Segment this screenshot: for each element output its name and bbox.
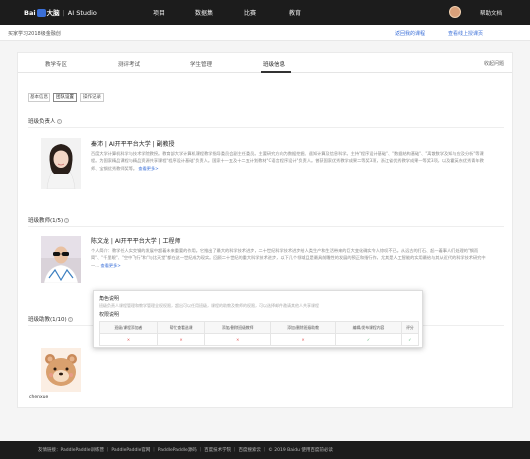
owner-card: 秦沛 | AI开平平台大学 | 副教授 百度大学计算机科学与技术学院教授。教育部… [28,127,504,201]
help-docs-link[interactable]: 帮助文档 [480,9,502,17]
user-avatar[interactable] [449,6,461,18]
popup-role-desc: 班级负责人课程管理和教学管理全权权限，超出可以任用班级，课程的助教及教师的权限，… [99,303,319,308]
popup-role-title: 角色说明 [99,296,120,302]
footer-links[interactable]: 友情链接：PaddlePaddle训练营 ｜ PaddlePaddle官网 ｜ … [38,447,333,453]
perm-header: 帮忙查看选课 [156,321,206,334]
footer: 友情链接：PaddlePaddle训练营 ｜ PaddlePaddle官网 ｜ … [0,441,530,459]
cross-icon: ✕ [301,337,305,342]
assistant-name: chenxue [29,395,49,400]
paw-icon [36,9,46,17]
owner-bio: 百度大学计算机科学与技术学院教授。教育部大学计算机课程教学指导委员会副主任委员。… [91,150,491,172]
owner-section-label: 班级负责人 [28,119,56,125]
check-icon: ✓ [408,337,412,342]
tab-teaching[interactable]: 教学专区 [45,60,67,68]
check-icon: ✓ [366,337,371,342]
tab-exams[interactable]: 测评考试 [118,60,140,68]
nav-education[interactable]: 教育 [289,8,301,17]
cross-icon: ✕ [236,337,240,342]
perm-cell: ✕ [269,333,337,346]
perm-header: 添加/删除班级教师 [204,321,271,334]
assistants-section-title: 班级助教(1/10)? [28,315,73,323]
help-icon[interactable]: ? [56,119,62,124]
permission-header-row: 班级/课程添加者 帮忙查看选课 添加/删除班级教师 添加/删除班级助教 编辑/发… [99,321,420,334]
back-to-courses-link[interactable]: 返回我的课程 [395,30,425,37]
cross-icon: ✕ [179,337,183,342]
permission-popup: 角色说明 班级负责人课程管理和教学管理全权权限，超出可以任用班级，课程的助教及教… [93,290,423,348]
perm-cell: ✓ [335,333,402,346]
logo-text-2: 大脑 [46,9,60,17]
permission-table: 班级/课程添加者 帮忙查看选课 添加/删除班级教师 添加/删除班级助教 编辑/发… [99,321,420,346]
tab-students[interactable]: 学生管理 [190,60,212,68]
studio-label: AI Studio [67,9,97,17]
owner-name: 秦沛 | AI开平平台大学 | 副教授 [91,141,175,148]
nav-datasets[interactable]: 数据集 [195,8,213,17]
perm-cell: ✓ [400,333,420,346]
teacher-bio: 个人简介：教学任人实交钢的发展中超着未来重要的作用。它推出了最大的科学技术进步，… [91,247,491,269]
teachers-section-label: 班级教师(1/5) [28,218,64,224]
top-navbar: Bai 大脑 | AI Studio 项目 数据集 比赛 教育 帮助文档 [0,0,530,25]
assistant-photo [41,348,81,392]
teacher-card: 陈文龙 | AI开平平台大学 | 工程师 个人简介：教学任人实交钢的发展中超着未… [28,226,504,296]
subtab-basic-info[interactable]: 基本信息 [28,93,50,102]
active-tab-indicator [261,71,291,73]
breadcrumb[interactable]: 买家学习2018级金融创 [8,30,61,37]
owner-photo [41,138,81,189]
teacher-bio-text: 个人简介：教学任人实交钢的发展中超着未来重要的作用。它推出了最大的科学技术进步，… [91,248,486,268]
main-panel: 教学专区 测评考试 学生管理 班级信息 收起问题 基本信息 团队设置 操作记录 … [17,52,513,408]
collapse-link[interactable]: 收起问题 [484,60,504,67]
teacher-photo [41,236,81,283]
perm-header: 班级/课程添加者 [99,321,158,334]
perm-header: 添加/删除班级助教 [269,321,337,334]
assistants-section-label: 班级助教(1/10) [28,317,67,323]
perm-header: 编辑/发布课程内容 [335,321,402,334]
perm-cell: ✕ [99,333,158,346]
help-icon[interactable]: ? [67,317,73,322]
teachers-section-title: 班级教师(1/5)? [28,216,70,224]
permission-row: ✕ ✕ ✕ ✕ ✓ ✓ [99,333,420,346]
owner-section-title: 班级负责人? [28,117,62,125]
baidu-logo[interactable]: Bai 大脑 | AI Studio [24,7,97,17]
logo-text: Bai [24,9,36,17]
subtab-team-settings[interactable]: 团队设置 [53,93,77,102]
perm-header: 评分 [400,321,420,334]
breadcrumb-bar: 买家学习2018级金融创 返回我的课程 查看线上授课页 [0,25,530,41]
view-online-page-link[interactable]: 查看线上授课页 [448,30,483,37]
popup-permission-title: 权限说明 [99,312,120,318]
teacher-name: 陈文龙 | AI开平平台大学 | 工程师 [91,238,181,245]
nav-projects[interactable]: 项目 [153,8,165,17]
perm-cell: ✕ [156,333,206,346]
tab-bar: 教学专区 测评考试 学生管理 班级信息 收起问题 [18,53,512,73]
cross-icon: ✕ [126,337,130,342]
subtab-operation-log[interactable]: 操作记录 [80,93,104,102]
teacher-more-link[interactable]: 查看更多> [101,263,121,268]
nav-competitions[interactable]: 比赛 [244,8,256,17]
tab-class-info[interactable]: 班级信息 [263,60,285,68]
perm-cell: ✕ [204,333,271,346]
help-icon[interactable]: ? [64,218,70,223]
owner-more-link[interactable]: 查看更多> [138,166,158,171]
